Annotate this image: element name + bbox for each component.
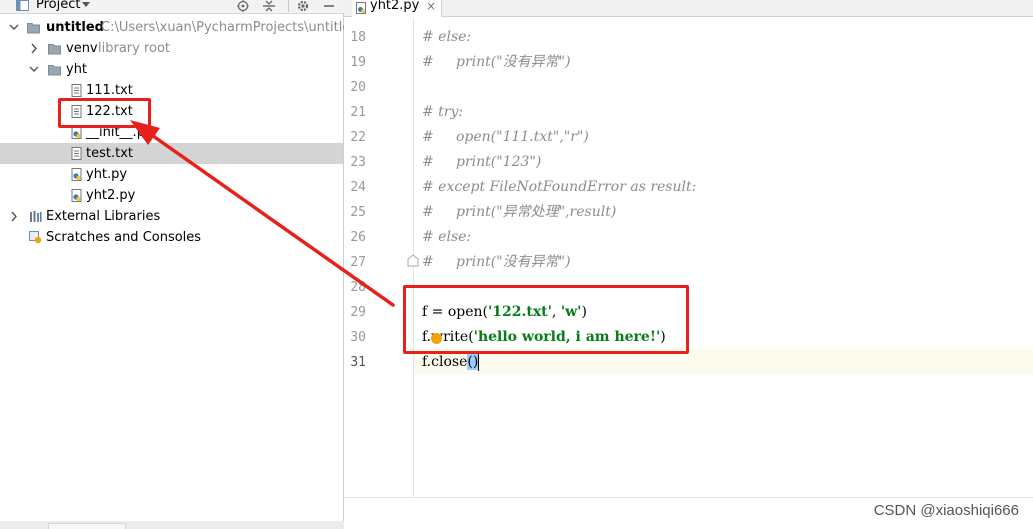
tree-node-yht2-py[interactable]: yht2.py [0, 185, 343, 206]
bottom-tool-tab[interactable] [48, 523, 126, 529]
line-number: 29 [350, 305, 366, 320]
code-line-21[interactable]: # try: [422, 100, 463, 125]
tab-label: yht2.py [370, 0, 420, 13]
project-path: C:\Users\xuan\PycharmProjects\untitled [101, 20, 359, 35]
tree-node-label: venv [66, 41, 98, 56]
tab-yht2-py[interactable]: yht2.py × [352, 0, 442, 17]
tree-node-untitled[interactable]: untitled C:\Users\xuan\PycharmProjects\u… [0, 17, 359, 38]
tree-node-label: yht.py [86, 167, 128, 182]
code-line-19[interactable]: # print("没有异常") [422, 50, 571, 75]
library-icon [30, 211, 42, 222]
code-editor[interactable]: yht2.py × 18 19 20 21 22 23 24 25 26 27 … [344, 0, 1033, 529]
tree-node-venv[interactable]: venv library root [0, 38, 343, 59]
line-number: 21 [350, 105, 366, 120]
gear-icon[interactable] [296, 0, 310, 12]
fold-marker-icon[interactable] [407, 254, 419, 267]
locate-icon[interactable] [236, 0, 250, 12]
tree-node-yht-py[interactable]: yht.py [0, 164, 343, 185]
tree-node-label: yht2.py [86, 188, 136, 203]
line-number: 27 [350, 255, 366, 270]
annotation-highlight-box-code [403, 285, 689, 354]
tree-node-scratches-and-consoles[interactable]: Scratches and Consoles [0, 227, 343, 248]
project-tool-window: Project untitled C:\Users\xuan\PycharmPr… [0, 0, 359, 529]
chevron-down-icon[interactable] [82, 2, 90, 7]
code-line-27[interactable]: # print("没有异常") [422, 250, 571, 275]
tree-node-label: untitled [46, 20, 104, 35]
folder-icon [27, 23, 40, 34]
text-caret [478, 353, 480, 371]
text-file-icon [71, 147, 82, 160]
line-number: 30 [350, 330, 366, 345]
code-line-24[interactable]: # except FileNotFoundError as result: [422, 175, 696, 200]
code-line-18[interactable]: # else: [422, 25, 471, 50]
line-number: 26 [350, 230, 366, 245]
chevron-right-icon[interactable] [29, 38, 39, 59]
tree-node-label: yht [66, 62, 88, 77]
matched-paren-highlight: () [467, 354, 479, 370]
code-line-26[interactable]: # else: [422, 225, 471, 250]
close-icon[interactable]: × [426, 0, 436, 14]
line-number: 24 [350, 180, 366, 195]
tree-node-111-txt[interactable]: 111.txt [0, 80, 343, 101]
python-file-icon [71, 189, 82, 202]
text-file-icon [71, 84, 82, 97]
hide-panel-icon[interactable] [322, 0, 336, 12]
line-number-gutter: 18 19 20 21 22 23 24 25 26 27 28 29 30 3… [344, 18, 414, 497]
code-line-23[interactable]: # print("123") [422, 150, 541, 175]
tree-node-test-txt[interactable]: test.txt [0, 143, 343, 164]
line-number: 19 [350, 55, 366, 70]
tree-node-init-py[interactable]: __init__.py [0, 122, 343, 143]
line-number: 18 [350, 30, 366, 45]
line-number: 31 [350, 355, 366, 370]
tree-node-122-txt[interactable]: 122.txt [0, 101, 343, 122]
watermark: CSDN @xiaoshiqi666 [873, 502, 1019, 519]
tree-node-yht[interactable]: yht [0, 59, 343, 80]
chevron-down-icon[interactable] [9, 17, 19, 38]
code-token: f.close [422, 354, 468, 370]
tree-node-external-libraries[interactable]: External Libraries [0, 206, 343, 227]
editor-tab-bar: yht2.py × [344, 0, 1033, 17]
toolbar-divider [288, 0, 289, 12]
project-view-selector[interactable]: Project [36, 0, 80, 13]
bottom-tool-strip [0, 521, 344, 529]
line-number: 20 [350, 80, 366, 95]
line-number: 22 [350, 130, 366, 145]
line-number: 28 [350, 280, 366, 295]
annotation-highlight-box-file [58, 98, 151, 128]
code-line-22[interactable]: # open("111.txt","r") [422, 125, 589, 150]
line-number: 23 [350, 155, 366, 170]
folder-icon [48, 65, 61, 76]
line-number: 25 [350, 205, 366, 220]
editor-bottom-area: CSDN @xiaoshiqi666 [344, 497, 1033, 529]
project-toolbar: Project [0, 0, 344, 14]
project-window-icon [16, 0, 29, 11]
chevron-down-icon[interactable] [29, 59, 39, 80]
tree-node-label: External Libraries [46, 209, 161, 224]
python-file-icon [71, 168, 82, 181]
collapse-all-icon[interactable] [262, 0, 276, 12]
library-root-hint: library root [98, 41, 171, 56]
code-line-25[interactable]: # print("异常处理",result) [422, 200, 616, 225]
python-file-icon [356, 2, 366, 14]
chevron-right-icon[interactable] [9, 206, 19, 227]
folder-icon [48, 44, 61, 55]
tree-node-label: test.txt [86, 146, 133, 161]
scratches-icon [29, 231, 42, 244]
tree-node-label: Scratches and Consoles [46, 230, 202, 245]
